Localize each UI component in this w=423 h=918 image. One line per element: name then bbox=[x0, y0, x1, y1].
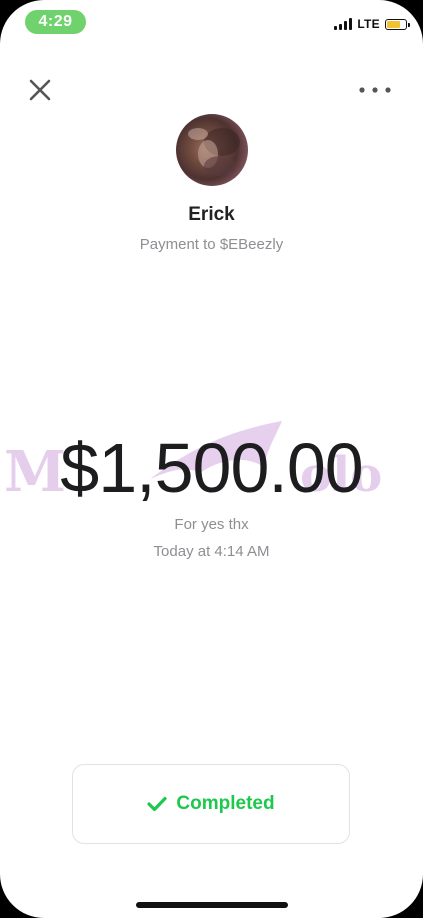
status-label: Completed bbox=[176, 793, 275, 814]
signal-icon bbox=[334, 18, 353, 30]
payment-note: For yes thx bbox=[174, 516, 249, 533]
close-button[interactable] bbox=[26, 76, 54, 104]
recipient-cashtag: Payment to $EBeezly bbox=[139, 236, 284, 253]
avatar bbox=[176, 114, 248, 186]
close-icon bbox=[29, 79, 51, 101]
avatar-photo bbox=[188, 128, 240, 176]
home-indicator[interactable] bbox=[136, 902, 288, 908]
battery-icon bbox=[385, 18, 410, 30]
recipient-name: Erick bbox=[188, 204, 235, 225]
payment-amount: $1,500.00 bbox=[60, 429, 363, 507]
phone-screen: 4:29 LTE Erick Payment to $EBeezly M olo… bbox=[0, 0, 423, 918]
status-bar: 4:29 LTE bbox=[0, 0, 423, 44]
status-time: 4:29 bbox=[25, 10, 86, 34]
more-horizontal-icon bbox=[359, 87, 391, 93]
checkmark-icon bbox=[147, 796, 168, 812]
network-label: LTE bbox=[357, 17, 380, 31]
status-indicators: LTE bbox=[334, 17, 410, 31]
more-options-button[interactable] bbox=[355, 80, 395, 100]
payment-date: Today at 4:14 AM bbox=[153, 543, 270, 560]
status-badge: Completed bbox=[72, 764, 350, 844]
